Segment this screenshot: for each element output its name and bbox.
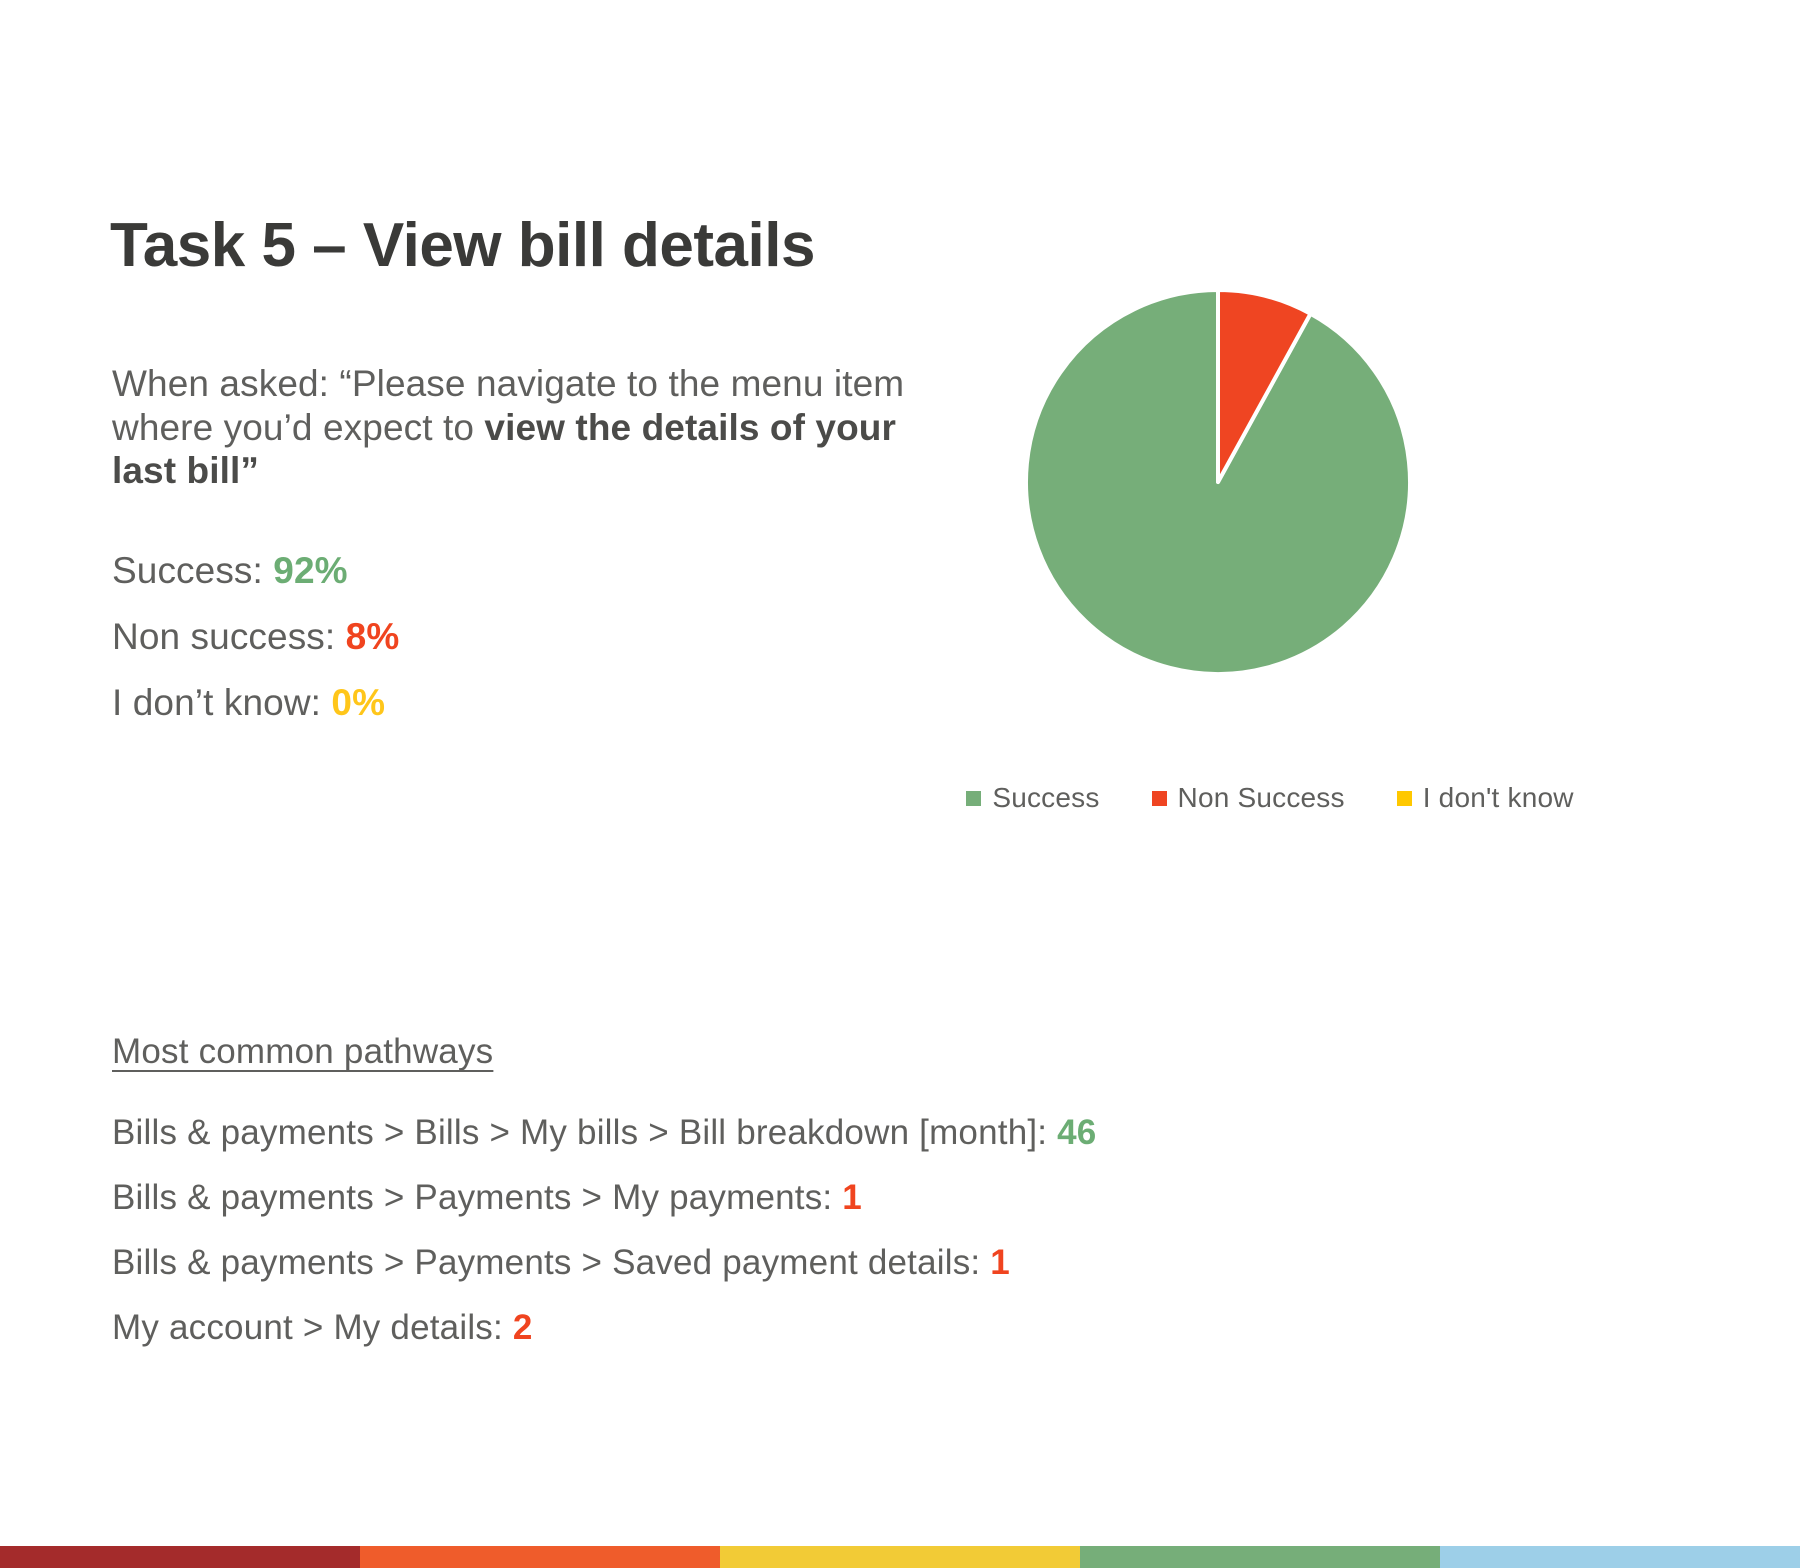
page-title: Task 5 – View bill details: [110, 210, 815, 280]
footer-bar-segment-2: [360, 1546, 720, 1568]
stat-row-i-dont-know: I don’t know: 0%: [112, 670, 399, 736]
legend-item-success: Success: [966, 782, 1099, 814]
footer-bar-segment-1: [0, 1546, 360, 1568]
stat-label-i-dont-know: I don’t know:: [112, 682, 332, 723]
stats-list: Success: 92% Non success: 8% I don’t kno…: [112, 538, 399, 736]
pathway-count: 1: [842, 1178, 862, 1217]
stat-row-success: Success: 92%: [112, 538, 399, 604]
pathway-row: Bills & payments > Bills > My bills > Bi…: [112, 1100, 1612, 1165]
pathway-path: My account > My details:: [112, 1308, 513, 1347]
chart-legend: Success Non Success I don't know: [960, 782, 1580, 814]
footer-bar-segment-5: [1440, 1546, 1800, 1568]
footer-bar-segment-3: [720, 1546, 1080, 1568]
pathway-path: Bills & payments > Bills > My bills > Bi…: [112, 1113, 1058, 1152]
stat-label-success: Success:: [112, 550, 274, 591]
task-question: When asked: “Please navigate to the menu…: [112, 362, 932, 493]
pathway-count: 2: [512, 1308, 533, 1347]
pathway-row: Bills & payments > Payments > Saved paym…: [112, 1230, 1612, 1295]
pathway-path: Bills & payments > Payments > Saved paym…: [112, 1243, 991, 1282]
pathway-row: My account > My details: 2: [112, 1295, 1612, 1360]
stat-value-non-success: 8%: [345, 616, 400, 657]
pathways-heading: Most common pathways: [112, 1032, 494, 1071]
pathway-count: 46: [1057, 1113, 1097, 1152]
pathways-section: Most common pathways Bills & payments > …: [112, 1032, 1612, 1360]
legend-label-non-success: Non Success: [1177, 782, 1345, 813]
legend-label-success: Success: [992, 782, 1100, 813]
pie-slice-group: [1024, 288, 1412, 676]
legend-item-i-dont-know: I don't know: [1396, 782, 1574, 814]
stat-value-i-dont-know: 0%: [331, 682, 386, 723]
stat-value-success: 92%: [273, 550, 348, 591]
footer-bar-segment-4: [1080, 1546, 1440, 1568]
footer-color-bar: [0, 1546, 1800, 1568]
legend-label-i-dont-know: I don't know: [1422, 782, 1574, 813]
stat-label-non-success: Non success:: [112, 616, 346, 657]
slide-canvas: Task 5 – View bill details When asked: “…: [0, 0, 1800, 1568]
legend-swatch-i-dont-know-icon: [1396, 790, 1412, 806]
success-pie-chart: [960, 280, 1580, 760]
pathway-row: Bills & payments > Payments > My payment…: [112, 1165, 1612, 1230]
legend-swatch-non-success-icon: [1151, 790, 1167, 806]
pathway-path: Bills & payments > Payments > My payment…: [112, 1178, 843, 1217]
legend-item-non-success: Non Success: [1151, 782, 1345, 814]
stat-row-non-success: Non success: 8%: [112, 604, 399, 670]
pie-chart-svg: [1024, 288, 1412, 676]
legend-swatch-success-icon: [966, 790, 982, 806]
pathway-count: 1: [990, 1243, 1010, 1282]
